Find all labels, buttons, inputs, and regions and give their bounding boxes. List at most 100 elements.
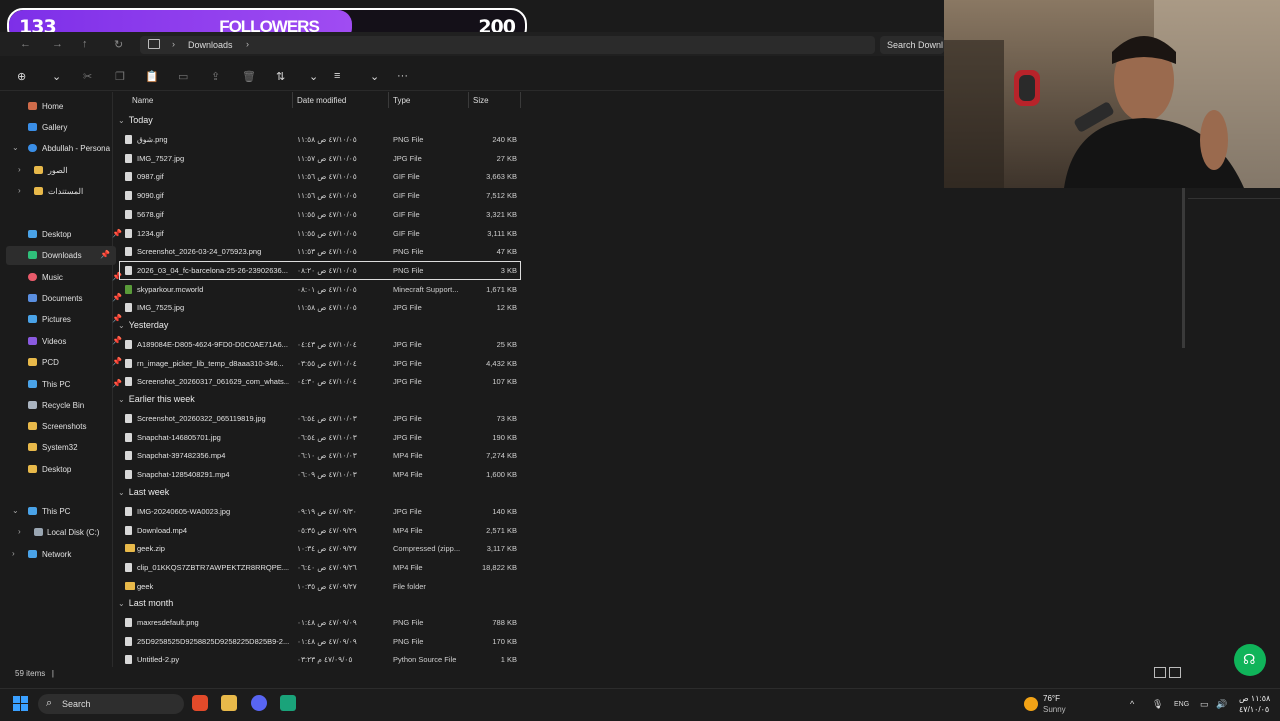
file-row[interactable]: rn_image_picker_lib_temp_d8aaa310-346...… xyxy=(120,355,520,372)
microphone-icon[interactable]: 🎙 xyxy=(1152,699,1163,710)
windows-start-icon[interactable] xyxy=(13,696,29,712)
chevron-down-icon[interactable]: ⌄ xyxy=(12,506,19,515)
chevron-down-icon[interactable]: ⌄ xyxy=(118,599,125,608)
back-icon[interactable]: ← xyxy=(20,38,31,50)
chevron-right-icon[interactable]: › xyxy=(18,527,21,536)
volume-icon[interactable]: 🔊 xyxy=(1216,699,1227,710)
chevron-right-icon[interactable]: › xyxy=(172,39,175,49)
sidebar-item-this-pc-pinned[interactable]: This PC 📌 xyxy=(18,375,128,394)
group-header[interactable]: ⌄ Yesterday xyxy=(118,320,168,330)
chevron-down-icon[interactable]: ⌄ xyxy=(52,70,61,83)
copy-icon[interactable]: ❐ xyxy=(115,70,125,83)
brave-icon[interactable] xyxy=(192,695,208,711)
sort-icon[interactable]: ⇅ xyxy=(276,70,285,83)
sidebar-item-home[interactable]: Home xyxy=(18,97,128,116)
discord-icon[interactable] xyxy=(251,695,267,711)
file-row[interactable]: Untitled-2.py ٤٧/٠٩/٠٥ م ٠٣:٢٣ Python Sour… xyxy=(120,651,520,668)
chevron-down-icon[interactable]: ⌄ xyxy=(118,116,125,125)
sidebar-item-gallery[interactable]: Gallery xyxy=(18,118,128,137)
file-row[interactable]: geek.zip ٤٧/٠٩/٢٧ ص ١٠:٣٤ Compressed (zipp… xyxy=(120,540,520,557)
sidebar-item-screenshots[interactable]: Screenshots xyxy=(18,417,128,436)
support-button[interactable]: ☊ xyxy=(1234,644,1266,676)
sidebar-item-network[interactable]: › Network xyxy=(8,545,118,564)
taskbar-search[interactable] xyxy=(38,694,184,714)
file-row[interactable]: 9090.gif ٤٧/١٠/٠٥ ص ١١:٥٦ GIF File 7,512 KB xyxy=(120,187,520,204)
sun-icon[interactable] xyxy=(1024,697,1038,711)
file-row[interactable]: 0987.gif ٤٧/١٠/٠٥ ص ١١:٥٦ GIF File 3,663 KB xyxy=(120,168,520,185)
chevron-right-icon[interactable]: › xyxy=(12,549,15,558)
file-row[interactable]: IMG_7525.jpg ٤٧/١٠/٠٥ ص ١١:٥٨ JPG File 12 K… xyxy=(120,299,520,316)
weather-condition[interactable]: Sunny xyxy=(1043,705,1066,714)
file-row[interactable]: geek ٤٧/٠٩/٢٧ ص ١٠:٣٥ File folder xyxy=(120,578,520,595)
group-header[interactable]: ⌄ Earlier this week xyxy=(118,394,195,404)
sidebar-item-pcd[interactable]: PCD 📌 xyxy=(18,353,128,372)
file-row[interactable]: IMG_7527.jpg ٤٧/١٠/٠٥ ص ١١:٥٧ JPG File 27 K… xyxy=(120,150,520,167)
group-header[interactable]: ⌄ Today xyxy=(118,115,153,125)
more-icon[interactable]: ··· xyxy=(397,70,408,82)
forward-icon[interactable]: → xyxy=(52,38,63,50)
breadcrumb-downloads[interactable]: Downloads xyxy=(188,40,233,50)
file-row[interactable]: 1234.gif ٤٧/١٠/٠٥ ص ١١:٥٥ GIF File 3,111 KB xyxy=(120,225,520,242)
sidebar-item-videos[interactable]: Videos 📌 xyxy=(18,332,128,351)
tray-chevron-icon[interactable]: ^ xyxy=(1130,699,1134,709)
file-row[interactable]: Download.mp4 ٤٧/٠٩/٢٩ ص ٠٥:٣٥ MP4 File 2,57… xyxy=(120,522,520,539)
file-row[interactable]: A189084E-D805-4624-9FD0-D0C0AE71A6... ٤٧/… xyxy=(120,336,520,353)
chevron-down-icon[interactable]: ⌄ xyxy=(309,70,318,83)
clock-time[interactable]: ١١:٥٨ ص xyxy=(1239,694,1270,703)
sidebar-item-recycle-bin[interactable]: Recycle Bin xyxy=(18,396,128,415)
sidebar-item-music[interactable]: Music 📌 xyxy=(18,268,128,287)
sidebar-item-documents[interactable]: Documents 📌 xyxy=(18,289,128,308)
column-name[interactable]: Name xyxy=(132,96,153,105)
file-row[interactable]: 25D9258525D9258825D9258225D825B9-2... ٤٧/… xyxy=(120,633,520,650)
file-explorer-icon[interactable] xyxy=(221,695,237,711)
file-row[interactable]: IMG-20240605-WA0023.jpg ٤٧/٠٩/٣٠ ص ٠٩:١٩ J… xyxy=(120,503,520,520)
paste-icon[interactable]: 📋 xyxy=(145,70,159,83)
pin-icon[interactable]: 📌 xyxy=(100,250,110,259)
up-icon[interactable]: ↑ xyxy=(82,38,88,50)
refresh-icon[interactable]: ↻ xyxy=(114,38,123,51)
chevron-down-icon[interactable]: ⌄ xyxy=(370,70,379,83)
weather-temperature[interactable]: 76°F xyxy=(1043,694,1060,703)
app-icon[interactable] xyxy=(280,695,296,711)
file-row[interactable]: maxresdefault.png ٤٧/٠٩/٠٩ ص ٠١:٤٨ PNG Fil… xyxy=(120,614,520,631)
file-row[interactable]: Snapchat-397482356.mp4 ٤٧/١٠/٠٣ ص ٠٦:١٠ MP… xyxy=(120,447,520,464)
sidebar-item-desktop-2[interactable]: Desktop xyxy=(18,460,128,479)
sidebar-item-this-pc[interactable]: ⌄ This PC xyxy=(8,502,118,521)
file-row[interactable]: 5678.gif ٤٧/١٠/٠٥ ص ١١:٥٥ GIF File 3,321 KB xyxy=(120,206,520,223)
file-row[interactable]: Screenshot_20260317_061629_com_whats... ٤… xyxy=(120,373,520,390)
group-header[interactable]: ⌄ Last month xyxy=(118,598,173,608)
sidebar-item-onedrive[interactable]: ⌄ Abdullah - Persona xyxy=(8,139,118,158)
file-row[interactable]: skyparkour.mcworld ٤٧/١٠/٠٥ ص ٠٨:٠١ Minecr… xyxy=(120,281,520,298)
scrollbar[interactable] xyxy=(1182,188,1185,348)
details-view-icon[interactable] xyxy=(1154,667,1166,678)
tiles-view-icon[interactable] xyxy=(1169,667,1181,678)
chevron-down-icon[interactable]: ⌄ xyxy=(12,143,19,152)
chevron-right-icon[interactable]: › xyxy=(18,186,21,195)
file-row[interactable]: Snapchat-146805701.jpg ٤٧/١٠/٠٣ ص ٠٦:٥٤ JP… xyxy=(120,429,520,446)
chevron-down-icon[interactable]: ⌄ xyxy=(118,395,125,404)
rename-icon[interactable]: ▭ xyxy=(178,70,188,83)
file-row[interactable]: Snapchat-1285408291.mp4 ٤٧/١٠/٠٣ ص ٠٦:٠٩ M… xyxy=(120,466,520,483)
chevron-right-icon[interactable]: › xyxy=(18,165,21,174)
clock-date[interactable]: ٤٧/١٠/٠٥ xyxy=(1239,705,1269,714)
network-icon[interactable]: ▭ xyxy=(1200,699,1209,710)
breadcrumb[interactable] xyxy=(140,36,875,54)
file-row[interactable]: Screenshot_20260322_065119819.jpg ٤٧/١٠/٠… xyxy=(120,410,520,427)
sidebar-item-local-disk[interactable]: › Local Disk (C:) xyxy=(14,523,124,542)
sidebar-item-system32[interactable]: System32 xyxy=(18,438,128,457)
column-divider[interactable] xyxy=(468,92,469,108)
file-row[interactable]: 2026_03_04_fc-barcelona-25-26-23902636..… xyxy=(119,260,521,280)
chevron-right-icon[interactable]: › xyxy=(246,39,249,49)
delete-icon[interactable]: 🗑 xyxy=(242,70,256,83)
column-type[interactable]: Type xyxy=(393,96,410,105)
sidebar-item-pictures-ar[interactable]: › الصور xyxy=(14,161,124,180)
cut-icon[interactable]: ✂ xyxy=(83,70,92,83)
file-row[interactable]: clip_01KKQS7ZBTR7AWPEKTZR8RRQPE.... ٤٧/٠٩… xyxy=(120,559,520,576)
search-input[interactable]: Search Downl xyxy=(880,36,944,54)
sidebar-item-desktop[interactable]: Desktop 📌 xyxy=(18,225,128,244)
file-row[interactable]: شوق.png ٤٧/١٠/٠٥ ص ١١:٥٨ PNG File 240 KB xyxy=(120,131,520,148)
file-row[interactable]: Screenshot_2026-03-24_075923.png ٤٧/١٠/٠٥… xyxy=(120,243,520,260)
sidebar-item-pictures[interactable]: Pictures 📌 xyxy=(18,310,128,329)
chevron-down-icon[interactable]: ⌄ xyxy=(118,321,125,330)
group-header[interactable]: ⌄ Last week xyxy=(118,487,169,497)
